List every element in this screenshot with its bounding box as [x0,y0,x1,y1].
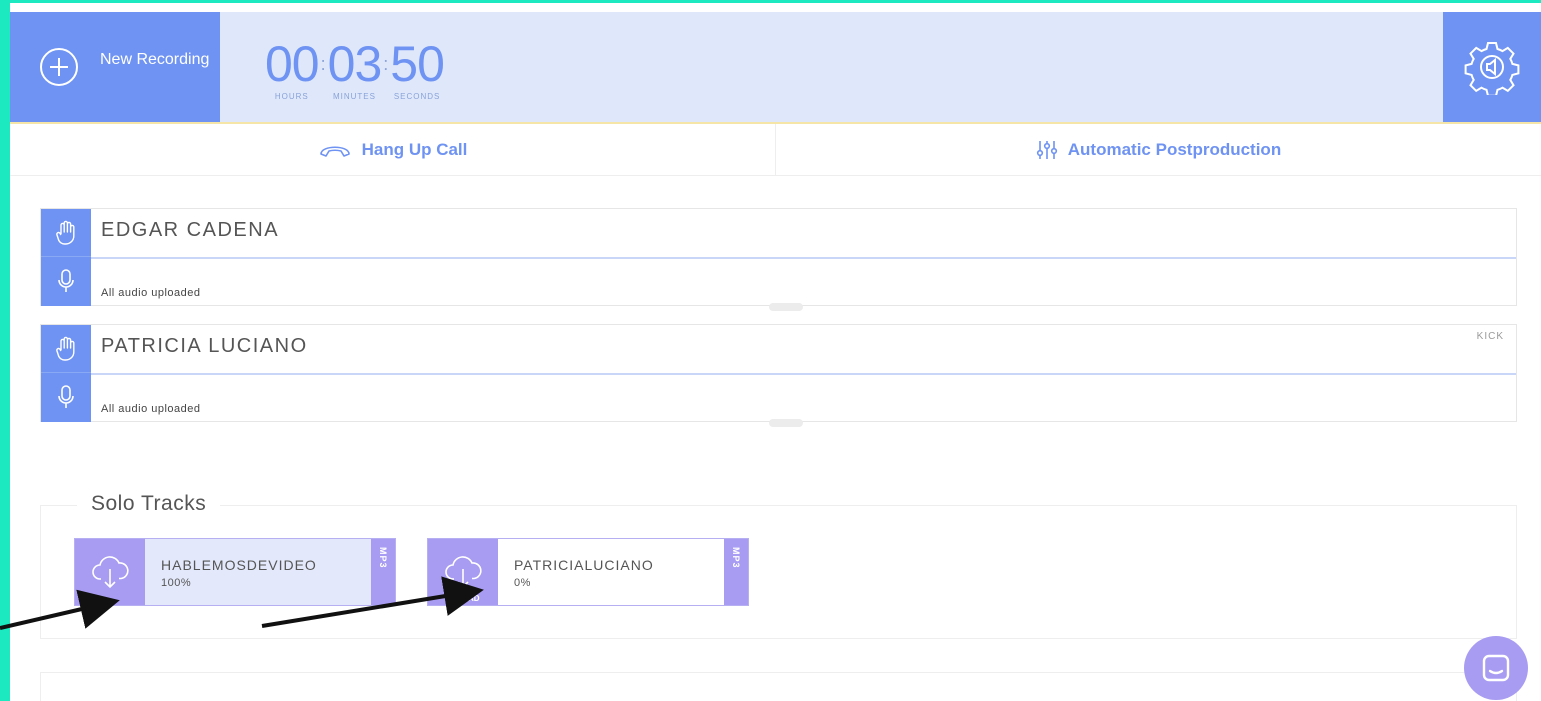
timer-seconds-value: 50 [390,36,445,92]
raise-hand-button[interactable] [41,209,91,257]
participant-controls [41,325,91,422]
timer-minutes-label: MINUTES [332,92,376,101]
next-section-card [40,672,1517,701]
solo-tracks-panel: Solo Tracks HABLEMOSDEVIDEO 100% MP3 AD … [40,492,1517,639]
recording-header: New Recording 00 HOURS : 03 MINUTES : 50… [10,12,1541,122]
new-recording-button[interactable]: New Recording [10,12,220,122]
timer-hours-label: HOURS [274,92,309,101]
hand-icon [56,220,75,245]
kick-button[interactable]: KICK [1477,331,1504,342]
chat-icon [1482,654,1510,682]
solo-track-item[interactable]: AD PATRICIALUCIANO 0% MP3 [427,538,749,606]
timer-seconds-label: SECONDS [393,92,441,101]
timer-seconds: 50 SECONDS [390,36,445,101]
hand-icon [56,336,75,361]
audio-level-line [91,257,1516,259]
hang-up-call-label: Hang Up Call [361,139,468,159]
microphone-icon [58,385,74,408]
track-progress: 100% [161,577,192,589]
timer-minutes: 03 MINUTES [327,36,383,101]
participant-controls [41,209,91,306]
track-name: HABLEMOSDEVIDEO [161,557,317,573]
resize-handle[interactable] [769,303,803,311]
frame-top-border [0,0,1541,3]
new-recording-label: New Recording [100,51,210,68]
participant-name: PATRICIA LUCIANO [101,335,308,357]
cloud-download-icon [92,556,129,589]
download-button[interactable]: AD [428,539,498,605]
timer-separator: : [383,54,389,74]
hang-up-call-button[interactable]: Hang Up Call [10,124,775,175]
track-format-badge: MP3 [724,539,748,605]
participant-name: EDGAR CADENA [101,219,280,241]
gear-icon [1464,42,1520,95]
participant-card: PATRICIA LUCIANO All audio uploaded KICK [40,324,1517,427]
plus-circle-icon [40,48,78,86]
upload-status: All audio uploaded [101,287,201,299]
chat-button[interactable] [1464,636,1528,700]
solo-track-item[interactable]: HABLEMOSDEVIDEO 100% MP3 [74,538,396,606]
call-actions-bar: Hang Up Call Automatic Postproduction [10,122,1541,176]
timer-minutes-value: 03 [327,36,383,92]
timer-hours: 00 HOURS [265,36,320,101]
participant-card: EDGAR CADENA All audio uploaded [40,208,1517,311]
timer-separator: : [320,54,326,74]
microphone-button[interactable] [41,257,91,305]
track-progress: 0% [514,577,531,589]
raise-hand-button[interactable] [41,325,91,373]
solo-tracks-title: Solo Tracks [77,492,221,516]
timer-hours-value: 00 [265,36,320,92]
download-button[interactable] [75,539,145,605]
audio-level-line [91,373,1516,375]
frame-left-border [0,0,10,701]
recording-timer: 00 HOURS : 03 MINUTES : 50 SECONDS [265,36,445,101]
upload-status: All audio uploaded [101,403,201,415]
phone-hangup-icon [319,145,350,157]
sliders-icon [1036,140,1057,159]
settings-button[interactable] [1443,12,1541,122]
automatic-postproduction-label: Automatic Postproduction [1067,139,1282,159]
cloud-download-icon [445,556,482,589]
automatic-postproduction-button[interactable]: Automatic Postproduction [775,124,1541,175]
microphone-icon [58,269,74,292]
resize-handle[interactable] [769,419,803,427]
download-label: AD [468,594,480,603]
track-format-badge: MP3 [371,539,395,605]
track-name: PATRICIALUCIANO [514,557,654,573]
microphone-button[interactable] [41,373,91,421]
